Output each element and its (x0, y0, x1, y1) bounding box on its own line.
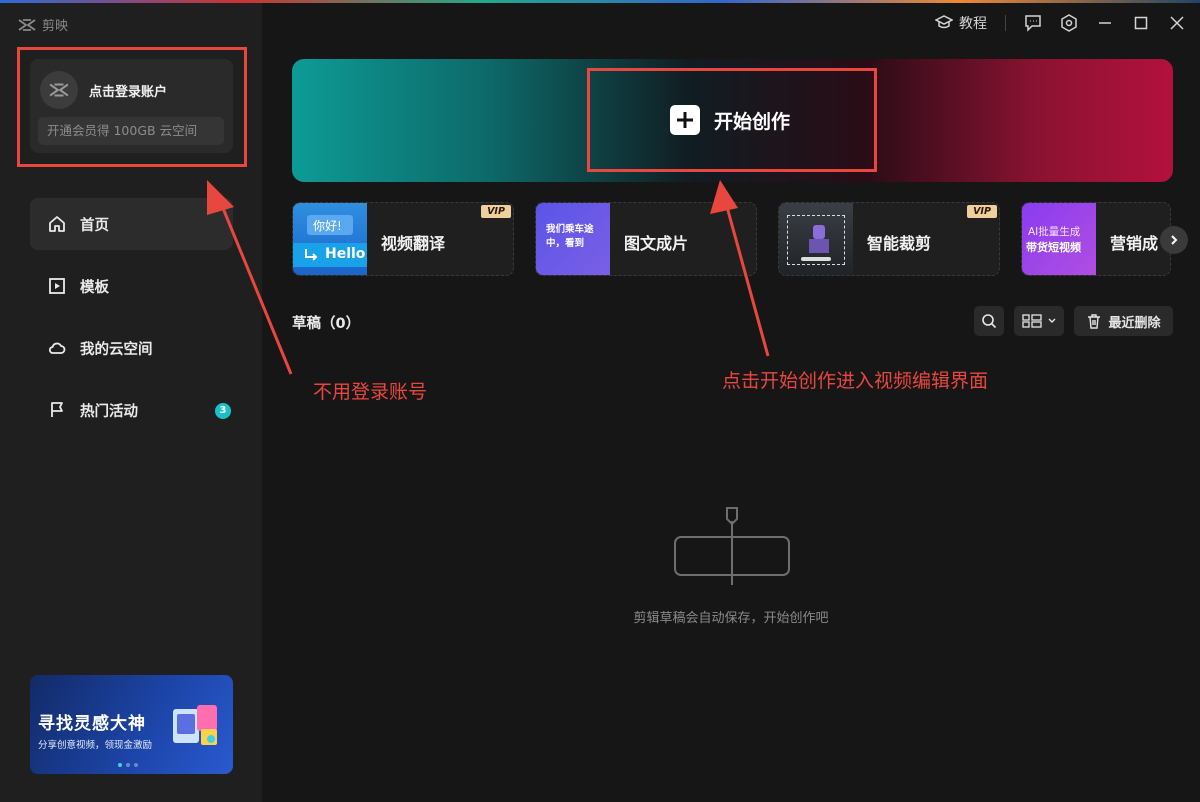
sidebar-item-templates[interactable]: 模板 (30, 260, 233, 312)
drafts-actions: 最近删除 (974, 306, 1173, 336)
cloud-icon (48, 342, 66, 354)
annotation-start-creation: 点击开始创作进入视频编辑界面 (722, 370, 989, 392)
title-bar-divider (1005, 15, 1006, 31)
translate-arrow-icon (305, 249, 318, 261)
feedback-icon[interactable] (1024, 14, 1042, 32)
tool-thumbnail (779, 203, 853, 275)
close-icon[interactable] (1168, 14, 1186, 32)
promo-title: 寻找灵感大神 (38, 714, 146, 734)
quick-tools-row: 你好! Hello 视频翻译 VIP 我们乘车途 中，看到 图文成片 智能裁剪 (292, 202, 1200, 276)
graduation-cap-icon (935, 15, 953, 29)
title-bar: 教程 (935, 3, 1200, 43)
tutorial-label: 教程 (959, 16, 987, 32)
sidebar-item-label: 首页 (80, 217, 109, 234)
tool-label: 营销成 (1110, 234, 1159, 253)
promo-banner[interactable]: 寻找灵感大神 分享创意视频，领现金激励 (30, 675, 233, 774)
sidebar-item-label: 热门活动 (80, 403, 138, 420)
empty-drafts-icon (674, 507, 790, 585)
tool-label: 智能裁剪 (867, 234, 932, 253)
thumb-text: 你好! (313, 219, 342, 233)
maximize-icon[interactable] (1132, 14, 1150, 32)
tool-label: 图文成片 (624, 234, 689, 253)
grid-view-icon (1022, 314, 1042, 328)
drafts-title: 草稿（0） (292, 316, 361, 332)
sidebar-item-label: 模板 (80, 279, 109, 296)
vip-tag: VIP (481, 205, 511, 218)
events-count-badge: 3 (215, 403, 231, 419)
tools-scroll-next-button[interactable] (1160, 226, 1188, 254)
view-toggle-button[interactable] (1014, 306, 1064, 336)
app-name: 剪映 (42, 19, 69, 34)
tool-text-to-video[interactable]: 我们乘车途 中，看到 图文成片 (535, 202, 757, 276)
search-button[interactable] (974, 306, 1004, 336)
chevron-right-icon (1171, 235, 1178, 245)
home-icon (49, 216, 65, 232)
tool-thumbnail: 你好! Hello (293, 203, 367, 275)
thumb-text: 我们乘车途 中，看到 (546, 224, 594, 249)
tool-thumbnail: AI批量生成 带货短视频 (1022, 203, 1096, 275)
vip-tag: VIP (967, 205, 997, 218)
tool-label: 视频翻译 (381, 234, 446, 253)
flag-icon (51, 402, 63, 417)
carousel-dots[interactable] (118, 763, 138, 767)
annotation-box-start-creation (587, 68, 877, 172)
capcut-logo-icon (18, 18, 36, 31)
tool-marketing-video[interactable]: AI批量生成 带货短视频 营销成 (1021, 202, 1171, 276)
tool-thumbnail: 我们乘车途 中，看到 (536, 203, 610, 275)
promo-illustration-icon (173, 705, 217, 745)
tool-video-translate[interactable]: 你好! Hello 视频翻译 VIP (292, 202, 514, 276)
app-logo: 剪映 (18, 15, 68, 34)
sidebar-item-home[interactable]: 首页 (30, 198, 233, 250)
search-icon (982, 314, 997, 329)
recent-delete-label: 最近删除 (1108, 315, 1161, 331)
minimize-icon[interactable] (1096, 14, 1114, 32)
promo-subtitle: 分享创意视频，领现金激励 (38, 740, 153, 751)
sidebar-nav: 首页 模板 我的云空间 热门活动 3 (30, 198, 233, 446)
thumb-text: Hello (325, 246, 366, 262)
sidebar-item-cloud[interactable]: 我的云空间 (30, 322, 233, 374)
recent-delete-button[interactable]: 最近删除 (1074, 306, 1173, 336)
tutorial-button[interactable]: 教程 (935, 13, 987, 33)
chevron-down-icon (1048, 318, 1056, 323)
sidebar-item-events[interactable]: 热门活动 3 (30, 384, 233, 436)
template-icon (49, 278, 65, 294)
annotation-no-login: 不用登录账号 (313, 381, 428, 403)
settings-icon[interactable] (1060, 14, 1078, 32)
annotation-box-account (17, 47, 247, 167)
empty-drafts-hint: 剪辑草稿会自动保存，开始创作吧 (633, 611, 829, 626)
trash-icon (1088, 314, 1101, 329)
tool-smart-crop[interactable]: 智能裁剪 VIP (778, 202, 1000, 276)
thumb-text: 带货短视频 (1026, 241, 1081, 254)
sidebar-item-label: 我的云空间 (80, 341, 153, 358)
thumb-text: AI批量生成 (1028, 226, 1081, 238)
